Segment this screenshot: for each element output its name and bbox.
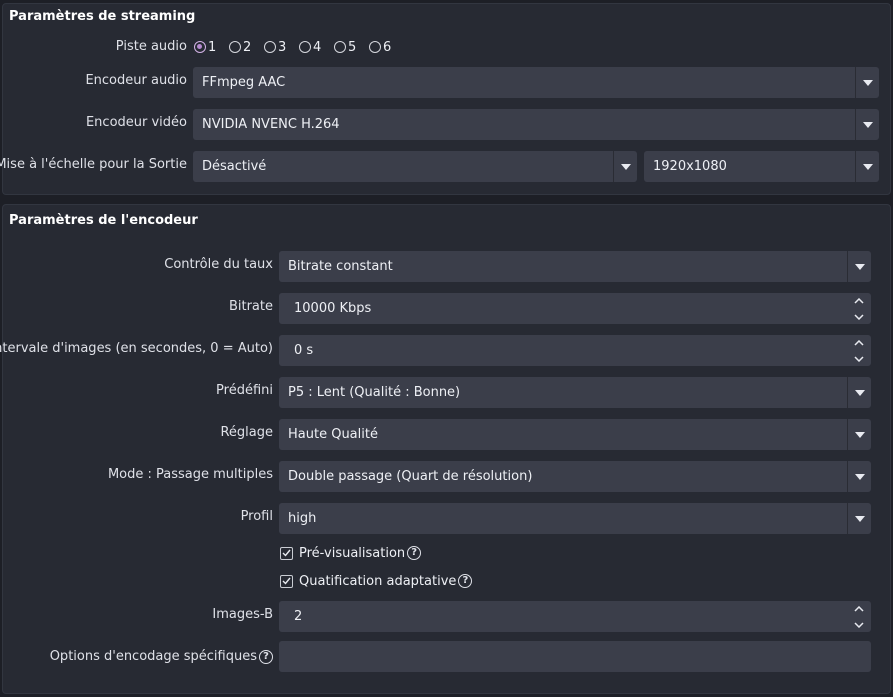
rescale-select[interactable]: Désactivé: [193, 151, 637, 182]
help-icon[interactable]: ?: [407, 546, 422, 560]
audio-encoder-label: Encodeur audio: [85, 73, 187, 88]
profile-label: Profil: [240, 509, 273, 524]
tuning-value: Haute Qualité: [288, 427, 378, 442]
audio-track-radio-4[interactable]: 4: [299, 38, 321, 56]
audio-track-radio-1[interactable]: 1: [194, 38, 216, 56]
multipass-select[interactable]: Double passage (Quart de résolution): [279, 461, 871, 492]
chevron-down-icon[interactable]: [847, 461, 871, 492]
chevron-down-icon[interactable]: [847, 251, 871, 282]
rescale-label: Mise à l'échelle pour la Sortie: [0, 157, 187, 172]
bitrate-spinbox[interactable]: 10000 Kbps: [279, 293, 871, 324]
audio-encoder-value: FFmpeg AAC: [202, 75, 286, 90]
audio-encoder-select[interactable]: FFmpeg AAC: [193, 67, 879, 98]
rescale-resolution-value: 1920x1080: [653, 159, 727, 174]
video-encoder-value: NVIDIA NVENC H.264: [202, 117, 340, 132]
chevron-down-icon[interactable]: [613, 151, 637, 182]
streaming-section-title: Paramètres de streaming: [9, 9, 196, 24]
bitrate-value: 10000 Kbps: [294, 301, 372, 316]
multipass-label: Mode : Passage multiples: [107, 467, 273, 482]
encoder-section-title: Paramètres de l'encodeur: [9, 213, 198, 228]
profile-value: high: [288, 511, 317, 526]
audio-track-label: Piste audio: [115, 39, 187, 54]
checkmark-icon: [280, 546, 293, 560]
adaptive-quant-label: Quatification adaptative: [299, 573, 457, 589]
custom-options-label: Options d'encodage spécifiques ?: [50, 649, 273, 664]
bitrate-label: Bitrate: [228, 299, 273, 314]
audio-track-radio-5[interactable]: 5: [334, 38, 356, 56]
chevron-up-icon[interactable]: [847, 335, 871, 350]
chevron-down-icon[interactable]: [847, 503, 871, 534]
rescale-resolution-select[interactable]: 1920x1080: [644, 151, 879, 182]
bitrate-stepper: [847, 293, 871, 324]
custom-options-label-text: Options d'encodage spécifiques: [49, 649, 257, 664]
lookahead-checkbox[interactable]: Pré-visualisation ?: [280, 544, 422, 562]
keyframe-interval-value: 0 s: [294, 343, 314, 358]
keyframe-interval-spinbox[interactable]: 0 s: [279, 335, 871, 366]
radio-circle-icon: [194, 41, 206, 53]
radio-circle-icon: [334, 41, 346, 53]
custom-options-input[interactable]: [279, 641, 871, 672]
checkmark-icon: [280, 574, 293, 588]
preset-label: Prédéfini: [216, 383, 273, 398]
tuning-select[interactable]: Haute Qualité: [279, 419, 871, 450]
chevron-down-icon[interactable]: [855, 109, 879, 140]
chevron-down-icon[interactable]: [847, 351, 871, 366]
chevron-down-icon[interactable]: [855, 67, 879, 98]
multipass-value: Double passage (Quart de résolution): [288, 469, 533, 484]
video-encoder-label: Encodeur vidéo: [85, 115, 187, 130]
bframes-spinbox[interactable]: 2: [279, 601, 871, 632]
tuning-label: Réglage: [220, 425, 273, 440]
chevron-down-icon[interactable]: [847, 419, 871, 450]
chevron-down-icon[interactable]: [847, 309, 871, 324]
adaptive-quant-checkbox[interactable]: Quatification adaptative ?: [280, 572, 473, 590]
chevron-down-icon[interactable]: [847, 617, 871, 632]
keyframe-interval-label: Intervale d'images (en secondes, 0 = Aut…: [0, 341, 273, 356]
radio-circle-icon: [264, 41, 276, 53]
chevron-up-icon[interactable]: [847, 293, 871, 308]
audio-track-radio-2[interactable]: 2: [229, 38, 251, 56]
video-encoder-select[interactable]: NVIDIA NVENC H.264: [193, 109, 879, 140]
audio-track-radio-3[interactable]: 3: [264, 38, 286, 56]
keyframe-stepper: [847, 335, 871, 366]
radio-circle-icon: [369, 41, 381, 53]
help-icon[interactable]: ?: [259, 649, 273, 664]
chevron-up-icon[interactable]: [847, 601, 871, 616]
rate-control-label: Contrôle du taux: [164, 257, 273, 272]
chevron-down-icon[interactable]: [847, 377, 871, 408]
preset-select[interactable]: P5 : Lent (Qualité : Bonne): [279, 377, 871, 408]
bframes-label: Images-B: [212, 607, 273, 622]
help-icon[interactable]: ?: [458, 574, 473, 588]
profile-select[interactable]: high: [279, 503, 871, 534]
chevron-down-icon[interactable]: [855, 151, 879, 182]
rate-control-select[interactable]: Bitrate constant: [279, 251, 871, 282]
rate-control-value: Bitrate constant: [288, 259, 393, 274]
bframes-stepper: [847, 601, 871, 632]
preset-value: P5 : Lent (Qualité : Bonne): [288, 385, 461, 400]
audio-track-radio-6[interactable]: 6: [369, 38, 391, 56]
bframes-value: 2: [294, 609, 303, 624]
rescale-value: Désactivé: [202, 159, 267, 174]
radio-circle-icon: [229, 41, 241, 53]
radio-circle-icon: [299, 41, 311, 53]
lookahead-label: Pré-visualisation: [299, 545, 406, 561]
